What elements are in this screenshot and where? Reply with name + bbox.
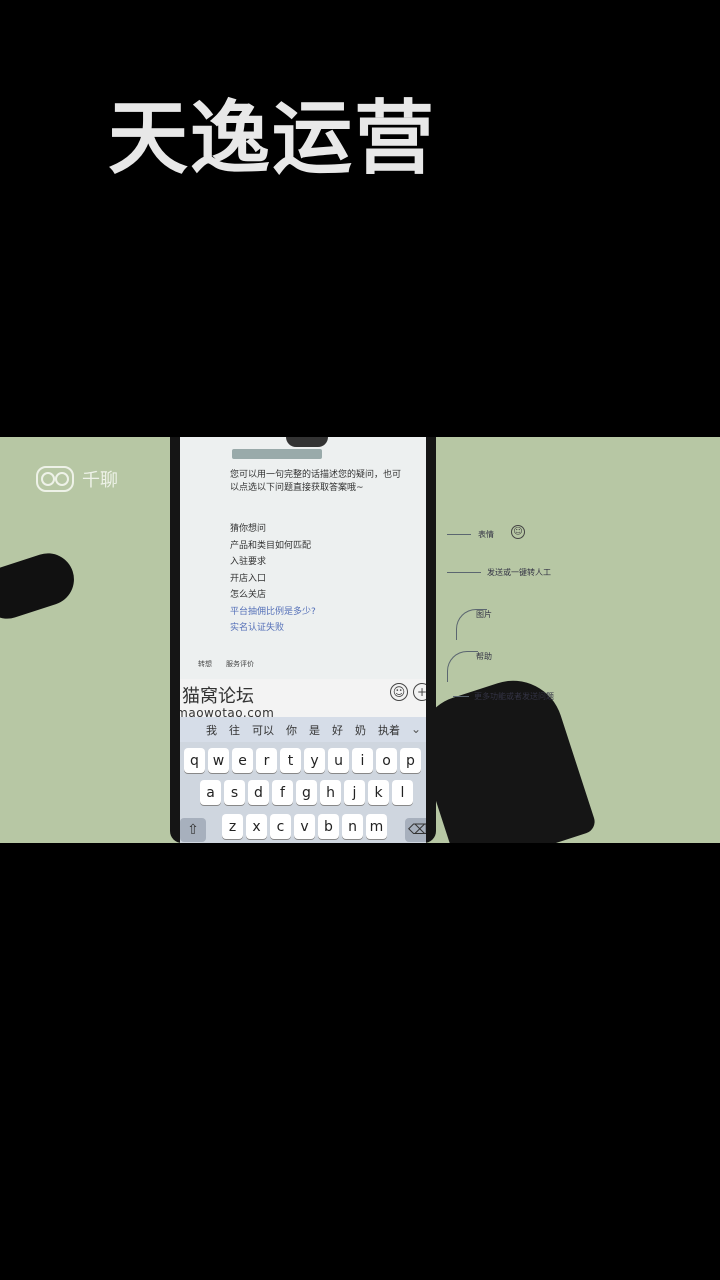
keyboard-row-3: z x c v b n m: [222, 814, 387, 839]
candidate-bar: 我 往 可以 你 是 好 奶 执着 ⌄: [180, 717, 426, 742]
key-z[interactable]: z: [222, 814, 243, 839]
key-p[interactable]: p: [400, 748, 421, 773]
faq-item[interactable]: 实名认证失败: [230, 620, 316, 637]
faq-menu: 猜你想问 产品和类目如何匹配 入驻要求 开店入口 怎么关店 平台抽佣比例是多少?…: [230, 521, 316, 637]
keyboard: q w e r t y u i o p a s d f g h j k l ⇧ …: [180, 742, 426, 843]
candidate-word[interactable]: 奶: [355, 722, 366, 738]
key-q[interactable]: q: [184, 748, 205, 773]
key-j[interactable]: j: [344, 780, 365, 805]
annotation-line: [447, 534, 471, 535]
key-g[interactable]: g: [296, 780, 317, 805]
key-o[interactable]: o: [376, 748, 397, 773]
key-i[interactable]: i: [352, 748, 373, 773]
key-k[interactable]: k: [368, 780, 389, 805]
candidate-word[interactable]: 往: [229, 722, 240, 738]
key-l[interactable]: l: [392, 780, 413, 805]
candidate-word[interactable]: 是: [309, 722, 320, 738]
key-h[interactable]: h: [320, 780, 341, 805]
candidate-word[interactable]: 可以: [252, 722, 274, 738]
key-a[interactable]: a: [200, 780, 221, 805]
annotation-help: 帮助: [476, 652, 492, 661]
key-v[interactable]: v: [294, 814, 315, 839]
faq-item[interactable]: 平台抽佣比例是多少?: [230, 604, 316, 621]
key-u[interactable]: u: [328, 748, 349, 773]
tab-transfer[interactable]: 转想: [198, 659, 212, 669]
owl-icon: [36, 466, 74, 492]
key-d[interactable]: d: [248, 780, 269, 805]
key-c[interactable]: c: [270, 814, 291, 839]
tab-rating[interactable]: 服务评价: [226, 659, 254, 669]
faq-heading: 猜你想问: [230, 524, 267, 534]
key-b[interactable]: b: [318, 814, 339, 839]
annotation-more: 更多功能或者发送问题: [474, 692, 554, 701]
forum-name: 猫窝论坛: [182, 686, 254, 707]
candidate-word[interactable]: 你: [286, 722, 297, 738]
faq-item[interactable]: 产品和类目如何匹配: [230, 538, 316, 555]
candidate-word[interactable]: 我: [206, 722, 217, 738]
key-r[interactable]: r: [256, 748, 277, 773]
candidate-word[interactable]: 执着: [378, 722, 400, 738]
phone-notch: [286, 437, 328, 447]
shift-key[interactable]: ⇧: [180, 818, 206, 842]
faq-item[interactable]: 开店入口: [230, 571, 316, 588]
phone-screen: 您可以用一句完整的话描述您的疑问，也可以点选以下问题直接获取答案哦~ 猜你想问 …: [180, 437, 426, 843]
candidate-word[interactable]: 好: [332, 722, 343, 738]
annotation-line: [447, 572, 481, 573]
key-f[interactable]: f: [272, 780, 293, 805]
plus-icon[interactable]: +: [413, 683, 426, 701]
annotation-emoji: 表情: [478, 530, 494, 539]
chat-header: [232, 449, 322, 459]
brand-logo: 千聊: [36, 466, 118, 492]
key-n[interactable]: n: [342, 814, 363, 839]
keyboard-row-1: q w e r t y u i o p: [184, 748, 421, 773]
key-x[interactable]: x: [246, 814, 267, 839]
phone: 您可以用一句完整的话描述您的疑问，也可以点选以下问题直接获取答案哦~ 猜你想问 …: [170, 437, 436, 843]
key-t[interactable]: t: [280, 748, 301, 773]
collapse-icon[interactable]: ⌄: [411, 722, 421, 736]
annotation-send: 发送或一键转人工: [487, 568, 551, 577]
forum-watermark: 猫窝论坛 www.maowotao.com: [180, 679, 426, 721]
delete-key[interactable]: ⌫: [405, 818, 426, 842]
video-frame: 千聊 您可以用一句完整的话描述您的疑问，也可以点选以下问题直接获取答案哦~ 猜你…: [0, 437, 720, 843]
key-s[interactable]: s: [224, 780, 245, 805]
key-m[interactable]: m: [366, 814, 387, 839]
annotation-curve: [447, 651, 478, 682]
key-y[interactable]: y: [304, 748, 325, 773]
video-title: 天逸运营: [108, 92, 436, 185]
brand-logo-text: 千聊: [82, 470, 118, 491]
faq-item[interactable]: 怎么关店: [230, 587, 316, 604]
key-w[interactable]: w: [208, 748, 229, 773]
smile-icon: ☺: [511, 525, 525, 539]
bot-message: 您可以用一句完整的话描述您的疑问，也可以点选以下问题直接获取答案哦~: [230, 470, 402, 493]
faq-item[interactable]: 入驻要求: [230, 554, 316, 571]
key-e[interactable]: e: [232, 748, 253, 773]
emoji-icon[interactable]: ☺: [390, 683, 408, 701]
annotation-line: [453, 696, 469, 697]
finger: [0, 546, 81, 626]
keyboard-row-2: a s d f g h j k l: [200, 780, 413, 805]
annotation-image: 图片: [476, 610, 492, 619]
chat-tabs: 转想 服务评价: [198, 659, 254, 669]
